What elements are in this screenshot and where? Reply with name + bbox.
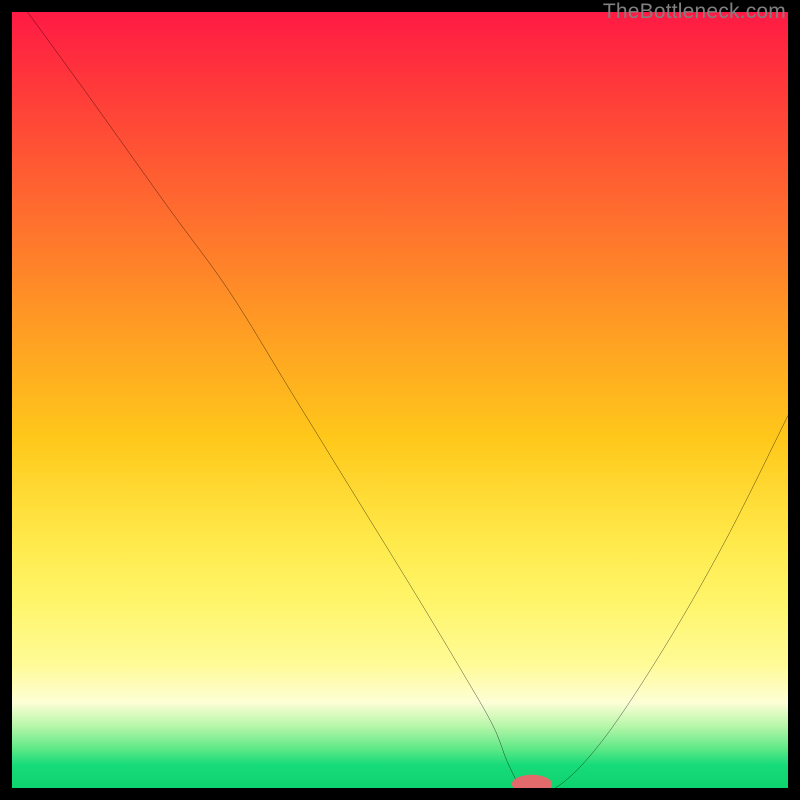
- plot-area: [12, 12, 788, 788]
- source-attribution: TheBottleneck.com: [603, 0, 786, 24]
- optimal-marker: [12, 12, 788, 788]
- chart-frame: TheBottleneck.com: [0, 0, 800, 800]
